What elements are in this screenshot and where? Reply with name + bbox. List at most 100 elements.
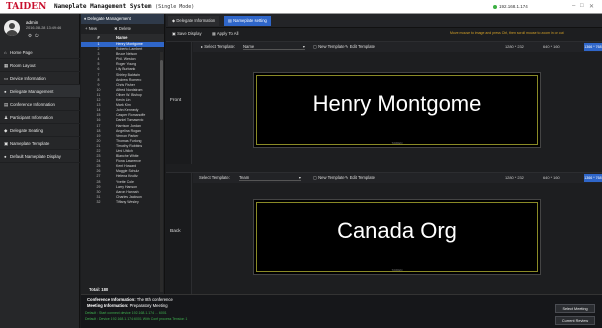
front-res1: 1280 * 232 — [505, 44, 524, 49]
save-display-button[interactable]: ▣ Save Display — [172, 31, 202, 36]
delegate-name: Larry Hanson — [116, 184, 138, 189]
front-label: Front — [170, 98, 182, 103]
maximize-icon[interactable]: □ — [580, 3, 584, 9]
delegate-toolbar: + New ✖ Delete — [81, 24, 164, 34]
scroll-thumb[interactable] — [160, 60, 163, 120]
delegate-name: Yvette Cole — [116, 179, 134, 184]
delegate-name: Kent Howard — [116, 164, 137, 169]
delegate-name: Roger Young — [116, 62, 137, 67]
new-label: New — [88, 26, 97, 31]
tab-delegate-information[interactable]: ◆ Delegate Information — [168, 16, 220, 26]
sidebar-item-room-layout[interactable]: ▦ Room Layout — [0, 59, 80, 72]
user-datetime: 2016-08-28 13:49:46 — [26, 26, 62, 30]
sidebar-item-device-information[interactable]: ▭ Device Information — [0, 72, 80, 85]
front-nameplate-preview[interactable]: Henry Montgome TAIDEN — [253, 72, 541, 148]
sidebar-item-label: Device Information — [10, 76, 46, 81]
apply-to-all-button[interactable]: ▦ Apply To All — [212, 31, 238, 36]
front-size-button[interactable]: 1366 * 768 — [584, 43, 602, 51]
meeting-info: Meeting Information: Preparatory Meeting — [87, 303, 168, 308]
back-template-select[interactable]: Team ▾ — [239, 175, 301, 181]
delegate-name: Oliver W. Bishop — [116, 92, 142, 97]
save-display-label: Save Display — [177, 31, 202, 36]
select-template-text: Select Template — [199, 175, 229, 180]
minimize-icon[interactable]: – — [572, 3, 575, 9]
avatar[interactable] — [4, 20, 20, 36]
conference-info: Conference Information: The 8th conferen… — [87, 297, 173, 302]
sidebar-item-participant-information[interactable]: ♟ Participant Information — [0, 111, 80, 124]
new-template-button[interactable]: ▢ New Template — [313, 175, 345, 180]
delegate-name: John Kennedy — [116, 108, 139, 113]
logout-icon[interactable]: ⏻ — [35, 33, 42, 38]
sidebar-item-label: Delegate Seating — [10, 128, 43, 133]
list-item[interactable]: 32 Tiffany Wesley — [81, 200, 164, 205]
conf-info-value: The 8th conference — [136, 297, 173, 302]
delegate-name: Maggie Schulz — [116, 169, 139, 174]
app-title-text: Nameplate Management System — [54, 3, 152, 10]
back-plate-foot: TAIDEN — [391, 268, 403, 272]
tab-label: Delegate Information — [176, 18, 216, 23]
sidebar-item-delegate-management[interactable]: ● Delegate Management — [0, 85, 80, 98]
meeting-info-label: Meeting Information: — [87, 303, 129, 308]
settings-icon[interactable]: ⚙ — [28, 33, 35, 38]
sidebar-item-delegate-seating[interactable]: ◆ Delegate Seating — [0, 124, 80, 137]
edit-template-button[interactable]: ✎ Edit Template — [345, 44, 375, 49]
new-template-label: New Template — [318, 44, 345, 49]
select-meeting-button[interactable]: Select Meeting — [555, 304, 595, 313]
delete-delegate-button[interactable]: ✖ Delete — [114, 26, 139, 31]
delegate-name: Shirley Baldwin — [116, 72, 140, 77]
back-label: Back — [170, 229, 181, 234]
delegate-name: Umi Uhlich — [116, 148, 133, 153]
col-name: Name — [116, 35, 128, 40]
back-side: Back — [166, 173, 192, 295]
back-res2: 640 * 160 — [543, 175, 560, 180]
delegate-total: Total: 180 — [89, 287, 109, 292]
sidebar-item-conference-information[interactable]: ▤ Conference Information — [0, 98, 80, 111]
edit-template-label: Edit Template — [349, 44, 375, 49]
tab-nameplate-setting[interactable]: ▤ Nameplate setting — [224, 16, 271, 26]
delegate-name: Timothy Robbins — [116, 143, 143, 148]
sidebar-item-nameplate-template[interactable]: ▣ Nameplate Template — [0, 137, 80, 150]
main-toolbar: ▣ Save Display ▦ Apply To All Move mouse… — [166, 29, 602, 40]
sidebar-item-label: Home Page — [10, 50, 33, 55]
delegate-name: Blanche White — [116, 154, 139, 159]
sidebar-item-label: Delegate Management — [10, 89, 54, 94]
log-line: Default : Device 192.168.1.174:6001 With… — [85, 317, 188, 321]
delegate-scrollbar[interactable] — [160, 52, 163, 292]
front-template-select[interactable]: Name ▾ — [243, 44, 305, 50]
front-side: Front — [166, 42, 192, 164]
zoom-hint: Move mouse to image and press Ctrl, then… — [450, 31, 564, 35]
status-area: Conference Information: The 8th conferen… — [81, 294, 602, 328]
back-section: Back Select Template: Team ▾ ▢ New Templa… — [166, 172, 602, 295]
front-section: Front ▸ Select Template: Name ▾ ▢ New Tem… — [166, 41, 602, 164]
delegate-panel: ♦ Delegate Management + New ✖ Delete # Na… — [81, 14, 165, 328]
delegate-name: Charles Jackson — [116, 194, 142, 199]
status-dot-icon — [493, 4, 497, 9]
front-template-bar: ▸ Select Template: Name ▾ ▢ New Template … — [193, 42, 602, 52]
col-number: # — [97, 35, 100, 40]
conf-info-label: Conference Information: — [87, 297, 136, 302]
front-plate-foot: TAIDEN — [391, 141, 403, 145]
delegate-name: Lily Burbank — [116, 67, 136, 72]
new-delegate-button[interactable]: + New — [85, 26, 105, 31]
sidebar-item-label: Default Nameplate Display — [10, 154, 61, 159]
close-icon[interactable]: ✕ — [589, 3, 594, 10]
delegate-name: Aaron Hannah — [116, 189, 139, 194]
sidebar-item-default-nameplate-display[interactable]: ● Default Nameplate Display — [0, 150, 80, 163]
edit-template-button[interactable]: ✎ Edit Template — [345, 175, 375, 180]
back-nameplate-preview[interactable]: Canada Org TAIDEN — [253, 199, 541, 275]
delegate-name: Alfred Nordstrom — [116, 87, 143, 92]
sidebar-item-label: Nameplate Template — [10, 141, 50, 146]
ip-address: 192.168.1.174 — [499, 4, 528, 9]
delegate-name: Harrison Jordan — [116, 123, 141, 128]
new-template-button[interactable]: ▢ New Template — [313, 44, 345, 49]
back-template-value: Team — [239, 175, 250, 180]
back-res1: 1280 * 232 — [505, 175, 524, 180]
back-size-button[interactable]: 1366 * 768 — [584, 174, 602, 182]
sidebar-menu: ⌂ Home Page ▦ Room Layout ▭ Device Informat… — [0, 46, 80, 163]
sidebar-item-home[interactable]: ⌂ Home Page — [0, 46, 80, 59]
delegate-name: Mark Kim — [116, 103, 131, 108]
sidebar: admin 2016-08-28 13:49:46 ⚙⏻ ⌂ Home Page … — [0, 14, 80, 328]
current-review-button[interactable]: Current Review — [555, 316, 595, 325]
tab-label: Nameplate setting — [233, 18, 267, 23]
delegate-list: 1 Henry Montgome 2 Roberto Lambert 3 Bruce Ne… — [81, 42, 164, 286]
